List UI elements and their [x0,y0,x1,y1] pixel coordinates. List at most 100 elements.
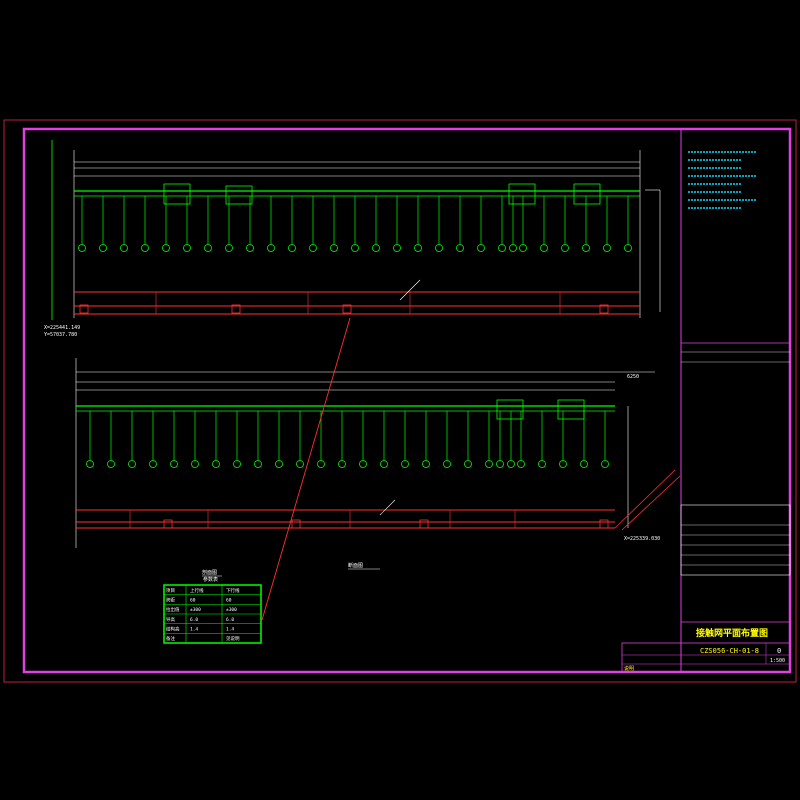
insulator-symbol [582,244,590,252]
insulator-symbol [296,460,304,468]
insulator-symbol [99,244,107,252]
upper-rail-marks [79,292,609,314]
inner-frame [22,127,792,674]
insulator-symbol [372,244,380,252]
insulator-symbol [162,244,170,252]
table-cell: 导高 [166,616,175,623]
insulator-symbol [464,460,472,468]
insulator-symbol [254,460,262,468]
switch-box [225,185,253,205]
insulator-symbol [561,244,569,252]
insulator-symbol [78,244,86,252]
insulator-symbol [435,244,443,252]
outer-frame [3,119,797,683]
insulator-symbol [204,244,212,252]
table-cell: 项目 [166,588,175,594]
table-cell: 6.0 [190,617,198,623]
table-cell: 跨距 [166,596,175,603]
table-cell: 见说明 [226,635,240,642]
insulator-symbol [141,244,149,252]
insulator-symbol [317,460,325,468]
insulator-symbol [330,244,338,252]
insulator-symbol [485,460,493,468]
insulator-symbol [128,460,136,468]
insulator-symbol [120,244,128,252]
insulator-symbol [422,460,430,468]
insulator-symbol [275,460,283,468]
rail-joint-mark [163,519,173,529]
leader-line [261,317,351,621]
table-cell: 拉出值 [166,606,180,613]
insulator-symbol [477,244,485,252]
lower-view [75,358,681,548]
insulator-symbol [456,244,464,252]
scale: 1:500 [770,658,785,664]
insulator-symbol [359,460,367,468]
revision-table [680,504,791,576]
upper-view [51,140,661,320]
table-cell: 上行线 [190,587,204,594]
insulator-symbol [538,460,546,468]
insulator-symbol [380,460,388,468]
table-cell: 结构高 [166,625,180,632]
rail-joint-mark [291,519,301,529]
cad-drawing-canvas: X=225441.149 Y=57037.780 6250 X=225339.0… [3,119,797,683]
lower-coord-label: X=225339.030 [624,536,660,542]
rail-joint-mark [419,519,429,529]
insulator-symbol [540,244,548,252]
insulator-symbol [267,244,275,252]
insulator-symbol [601,460,609,468]
insulator-symbol [183,244,191,252]
insulator-symbol [393,244,401,252]
table-cell: 备注 [166,635,175,642]
insulator-symbol [246,244,254,252]
table-cell: 1.4 [190,626,198,632]
insulator-symbol [414,244,422,252]
table-cell: 6.0 [226,617,234,623]
insulator-symbol [559,460,567,468]
insulator-symbol [603,244,611,252]
switch-box [573,183,601,205]
insulator-symbol [443,460,451,468]
lower-droppers [86,411,609,468]
switch-box [557,399,585,420]
note-line: 说明 [624,665,634,672]
upper-switch-boxes [163,183,601,205]
insulator-symbol [580,460,588,468]
insulator-symbol [107,460,115,468]
insulator-symbol [288,244,296,252]
insulator-symbol [86,460,94,468]
insulator-symbol [351,244,359,252]
insulator-symbol [212,460,220,468]
insulator-symbol [498,244,506,252]
table-cell: 下行线 [226,587,240,594]
insulator-symbol [170,460,178,468]
table-cell: 1.4 [226,626,234,632]
insulator-symbol [149,460,157,468]
drawing-title: 接触网平面布置图 [696,627,768,639]
revision: 0 [777,647,781,655]
switch-box [163,183,191,205]
table-cell: 60 [190,597,196,603]
table-cell: 60 [226,597,232,603]
insulator-symbol [496,460,504,468]
design-notes [688,151,756,209]
insulator-symbol [507,460,515,468]
insulator-symbol [338,460,346,468]
leader-line-3 [379,499,396,516]
table-title: 参数表 [203,576,218,583]
lower-switch-boxes [496,399,585,420]
insulator-symbol [401,460,409,468]
lower-dim-right: 6250 [627,374,639,380]
insulator-symbol [233,460,241,468]
insulator-symbol [225,244,233,252]
upper-coord-label-2: Y=57037.780 [44,332,77,338]
parameter-table-rows: 项目 上行线 下行线跨距 60 60 拉出值 ±300 ±300 导高 6.0 6.0 结构高 1.4 1… [164,587,261,642]
insulator-symbol [509,244,517,252]
rail-joint-mark [599,519,609,529]
insulator-symbol [517,460,525,468]
insulator-symbol [624,244,632,252]
section-label-1: 剖面图 [202,569,217,576]
lower-rail-marks [129,510,609,529]
table-cell: ±300 [190,607,201,613]
